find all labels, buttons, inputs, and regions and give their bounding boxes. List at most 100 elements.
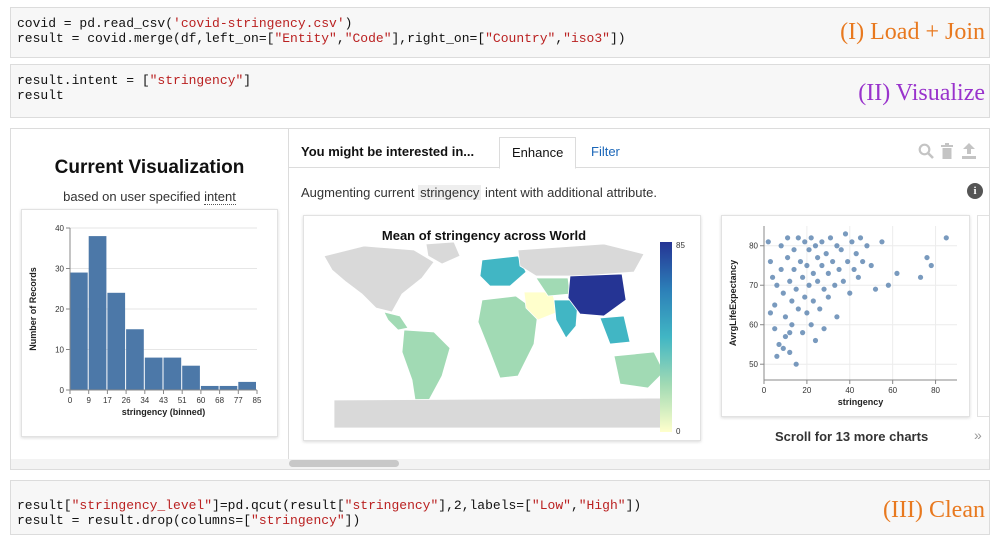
augment-description: Augmenting current stringency intent wit… (301, 185, 657, 200)
scatter-point (791, 266, 797, 273)
tab-filter[interactable]: Filter (579, 137, 632, 167)
x-tick-label: 0 (68, 396, 73, 405)
next-chart-card[interactable] (977, 215, 989, 417)
x-tick-label: 0 (762, 386, 767, 395)
scatter-point (845, 258, 851, 265)
step-annotation: (III) Clean (883, 497, 985, 523)
tab-enhance[interactable]: Enhance (499, 137, 577, 169)
map-title: Mean of stringency across World (382, 228, 586, 243)
scatter-point (810, 298, 816, 304)
scatter-point (836, 266, 842, 273)
scatter-point (812, 243, 819, 249)
histogram-bar (107, 292, 126, 390)
scatter-point (802, 239, 808, 245)
scatter-point (774, 282, 780, 288)
scatter-point (776, 341, 782, 348)
recommendations-title: You might be interested in... (301, 144, 475, 159)
x-tick-label: 77 (234, 396, 243, 405)
scatter-point (780, 345, 786, 352)
horizontal-scrollbar[interactable] (11, 459, 989, 469)
scatter-point (855, 274, 861, 280)
scatter-point (791, 247, 797, 253)
x-tick-label: 51 (178, 396, 187, 405)
scatter-point (782, 333, 789, 340)
scatter-point (943, 235, 949, 241)
info-icon[interactable]: i (967, 183, 983, 199)
world-choropleth-map: Mean of stringency across World 85 0 (323, 228, 685, 436)
tab-divider (289, 167, 989, 168)
color-legend (660, 242, 672, 432)
histogram-bar (70, 272, 88, 390)
china-shape (567, 273, 627, 317)
y-tick-label: 20 (55, 305, 64, 314)
antarctica-shape (333, 397, 665, 429)
recommendations-panel: You might be interested in... Enhance Fi… (289, 129, 989, 459)
x-tick-label: 68 (215, 396, 224, 405)
x-tick-label: 85 (253, 396, 262, 405)
scatter-card[interactable]: 50 60 70 80 0 20 40 60 80 stringency AvrgLifeExpec… (721, 215, 970, 417)
trash-icon[interactable] (940, 143, 954, 164)
scatter-point (840, 278, 846, 284)
y-tick-label: 50 (749, 360, 758, 369)
histogram-bar (200, 385, 219, 390)
scatter-point (787, 278, 793, 284)
scatter-point (827, 235, 834, 241)
scatter-point (778, 266, 784, 273)
intent-term[interactable]: intent (204, 189, 236, 205)
scatter-point (800, 330, 806, 336)
scatter-point (821, 286, 827, 292)
scatter-point (847, 290, 853, 296)
scroll-more-label: Scroll for 13 more charts (775, 429, 929, 444)
scatter-point (780, 290, 786, 296)
scatter-point (815, 278, 821, 284)
scatter-point (823, 251, 829, 257)
scatter-point (821, 326, 827, 332)
y-tick-label: 80 (749, 242, 758, 251)
chevron-right-icon[interactable]: » (974, 427, 982, 443)
scatter-point (928, 262, 934, 269)
x-axis-label: stringency (838, 397, 884, 407)
code-line: result.intent = ["stringency"] (17, 73, 252, 88)
y-axis-label: Number of Records (28, 267, 38, 351)
central-america-shape (383, 311, 409, 331)
upload-icon[interactable] (962, 143, 976, 164)
scrollbar-thumb[interactable] (289, 460, 399, 467)
life-expectancy-scatterplot: 50 60 70 80 0 20 40 60 80 stringency AvrgLifeExpec… (728, 226, 957, 407)
scatter-point (787, 349, 793, 355)
x-tick-label: 34 (140, 396, 149, 405)
south-america-shape (401, 329, 451, 407)
histogram-card[interactable]: 0 10 20 30 40 0 9 17 26 34 43 51 60 68 77 85 stringency … (21, 209, 278, 437)
scatter-point (819, 239, 825, 245)
scatter-point (797, 258, 804, 265)
histogram-bar (219, 385, 238, 390)
scatter-point (806, 282, 812, 288)
scatter-point (808, 235, 814, 241)
x-tick-label: 17 (103, 396, 112, 405)
code-cell-load-join[interactable]: covid = pd.read_csv('covid-stringency.cs… (10, 7, 990, 58)
search-icon[interactable] (918, 143, 934, 164)
scatter-point (808, 322, 814, 328)
scatter-point (774, 353, 780, 359)
x-tick-label: 80 (931, 386, 940, 395)
choropleth-card[interactable]: Mean of stringency across World 85 0 (303, 215, 701, 441)
scatter-point (793, 361, 799, 367)
intent-chip: stringency (418, 185, 482, 200)
x-tick-label: 60 (888, 386, 897, 395)
y-tick-label: 0 (60, 386, 65, 395)
code-cell-visualize[interactable]: result.intent = ["stringency"] result (I… (10, 64, 990, 118)
scatter-point (778, 243, 784, 249)
x-tick-label: 60 (196, 396, 205, 405)
legend-max-label: 85 (676, 241, 685, 250)
current-visualization-title: Current Visualization (54, 157, 245, 178)
scatter-point (834, 314, 840, 320)
scatter-point (789, 322, 795, 328)
histogram-bar (88, 236, 107, 390)
scatter-point (804, 310, 810, 316)
scatter-point (819, 262, 825, 269)
stringency-histogram: 0 10 20 30 40 0 9 17 26 34 43 51 60 68 77 85 stringency … (28, 224, 262, 417)
scatter-point (772, 302, 778, 308)
russia-shape (517, 243, 645, 277)
code-cell-clean[interactable]: result["stringency_level"]=pd.qcut(resul… (10, 480, 990, 535)
scatter-point (825, 270, 831, 276)
scatter-point (784, 254, 791, 261)
